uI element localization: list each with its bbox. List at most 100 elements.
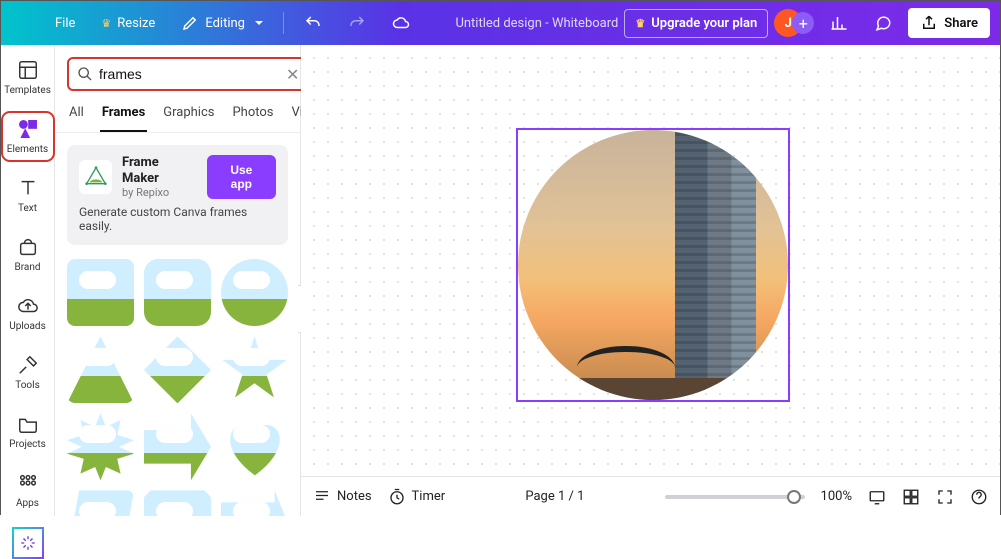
redo-icon: [348, 14, 366, 32]
timer-label: Timer: [412, 489, 446, 504]
apps-icon: [17, 472, 39, 494]
rail-projects[interactable]: Projects: [4, 409, 52, 454]
building-shape: [675, 130, 756, 400]
frame-square[interactable]: [67, 259, 134, 326]
photo-in-frame[interactable]: [518, 130, 788, 400]
projects-icon: [17, 413, 39, 435]
app-byline: by Repixo: [122, 186, 197, 199]
top-toolbar: File ♛ Resize Editing Untitled design - W…: [1, 1, 1000, 45]
share-button[interactable]: Share: [908, 8, 990, 38]
bottom-bar: Notes Timer Page 1 / 1 100%: [301, 476, 1000, 516]
clear-search-button[interactable]: ✕: [286, 65, 299, 84]
rail-label: Text: [18, 203, 37, 214]
side-rail: Templates Elements Text Brand Uploads To…: [1, 45, 55, 516]
frame-burst[interactable]: [67, 413, 134, 480]
lamp-shape: [577, 346, 674, 368]
notes-icon: [313, 488, 331, 506]
tools-icon: [17, 354, 39, 376]
timer-button[interactable]: Timer: [388, 488, 446, 506]
comment-icon: [874, 14, 892, 32]
divider: [283, 12, 284, 34]
expand-icon: [936, 488, 954, 506]
elements-icon: [17, 118, 39, 140]
rail-label: Projects: [9, 439, 46, 450]
rail-apps[interactable]: Apps: [4, 468, 52, 513]
pencil-icon: [181, 14, 199, 32]
upgrade-button[interactable]: ♛Upgrade your plan: [624, 9, 768, 38]
editing-mode-dropdown[interactable]: Editing: [171, 8, 273, 38]
sparkle-icon: [19, 534, 37, 552]
app-icon: [79, 160, 112, 194]
cloud-icon: [392, 14, 410, 32]
rail-uploads[interactable]: Uploads: [4, 291, 52, 336]
frame-diamond[interactable]: [144, 336, 211, 403]
frame-circle[interactable]: [221, 259, 288, 326]
tab-graphics[interactable]: Graphics: [161, 99, 216, 132]
redo-button[interactable]: [338, 8, 376, 38]
frame-arrow[interactable]: [144, 413, 211, 480]
frame-tag[interactable]: [221, 490, 288, 516]
fullscreen-button[interactable]: [936, 488, 954, 506]
share-label: Share: [944, 16, 978, 31]
elements-panel: ✕ All Frames Graphics Photos Videos › Fr…: [55, 45, 301, 516]
zoom-value[interactable]: 100%: [821, 489, 852, 504]
category-tabs: All Frames Graphics Photos Videos ›: [55, 99, 300, 133]
app-title: Frame Maker: [122, 155, 197, 186]
rail-label: Brand: [14, 262, 40, 273]
templates-icon: [17, 59, 39, 81]
zoom-slider[interactable]: [665, 495, 805, 499]
frames-grid: [67, 259, 288, 516]
analytics-button[interactable]: [820, 8, 858, 38]
page-indicator[interactable]: Page 1 / 1: [461, 489, 648, 504]
rail-label: Templates: [4, 85, 51, 96]
cloud-sync-button[interactable]: [382, 8, 420, 38]
help-button[interactable]: [970, 488, 988, 506]
use-app-button[interactable]: Use app: [207, 155, 276, 199]
notes-button[interactable]: Notes: [313, 488, 372, 506]
document-title[interactable]: Untitled design - Whiteboard: [455, 16, 618, 31]
rail-templates[interactable]: Templates: [4, 55, 52, 100]
zoom-thumb[interactable]: [787, 490, 801, 504]
tab-frames[interactable]: Frames: [100, 99, 147, 132]
rail-label: Tools: [15, 380, 39, 391]
share-icon: [920, 14, 938, 32]
frame-star[interactable]: [221, 336, 288, 403]
upgrade-label: Upgrade your plan: [651, 16, 757, 31]
rail-elements[interactable]: Elements: [4, 114, 52, 159]
crown-icon: ♛: [101, 17, 111, 30]
tab-all[interactable]: All: [67, 99, 86, 132]
app-description: Generate custom Canva frames easily.: [79, 205, 276, 233]
selected-frame[interactable]: [518, 130, 788, 400]
frame-parallelogram[interactable]: [67, 490, 134, 516]
magic-button[interactable]: [12, 527, 44, 559]
search-box[interactable]: ✕: [67, 57, 309, 91]
frame-ticket[interactable]: [144, 490, 211, 516]
ground-shape: [518, 378, 788, 400]
editing-label: Editing: [205, 16, 245, 31]
chart-icon: [830, 14, 848, 32]
frame-rounded[interactable]: [144, 259, 211, 326]
search-input[interactable]: [99, 66, 280, 82]
resize-button[interactable]: ♛ Resize: [91, 10, 165, 37]
frame-heart[interactable]: [221, 413, 288, 480]
menu-button[interactable]: [11, 8, 39, 38]
frame-triangle[interactable]: [67, 336, 134, 403]
help-icon: [970, 488, 988, 506]
undo-button[interactable]: [294, 8, 332, 38]
notes-label: Notes: [337, 489, 372, 504]
tab-photos[interactable]: Photos: [230, 99, 275, 132]
rail-label: Elements: [7, 144, 48, 155]
comment-button[interactable]: [864, 8, 902, 38]
view-fit-button[interactable]: [868, 488, 886, 506]
file-menu[interactable]: File: [45, 10, 85, 37]
add-member-button[interactable]: +: [792, 12, 814, 34]
resize-label: Resize: [117, 16, 155, 31]
canvas[interactable]: Notes Timer Page 1 / 1 100%: [301, 45, 1000, 516]
rail-tools[interactable]: Tools: [4, 350, 52, 395]
grid-view-button[interactable]: [902, 488, 920, 506]
rail-brand[interactable]: Brand: [4, 232, 52, 277]
panel-scroll[interactable]: Frame Maker by Repixo Use app Generate c…: [55, 133, 300, 516]
undo-icon: [304, 14, 322, 32]
rail-text[interactable]: Text: [4, 173, 52, 218]
timer-icon: [388, 488, 406, 506]
